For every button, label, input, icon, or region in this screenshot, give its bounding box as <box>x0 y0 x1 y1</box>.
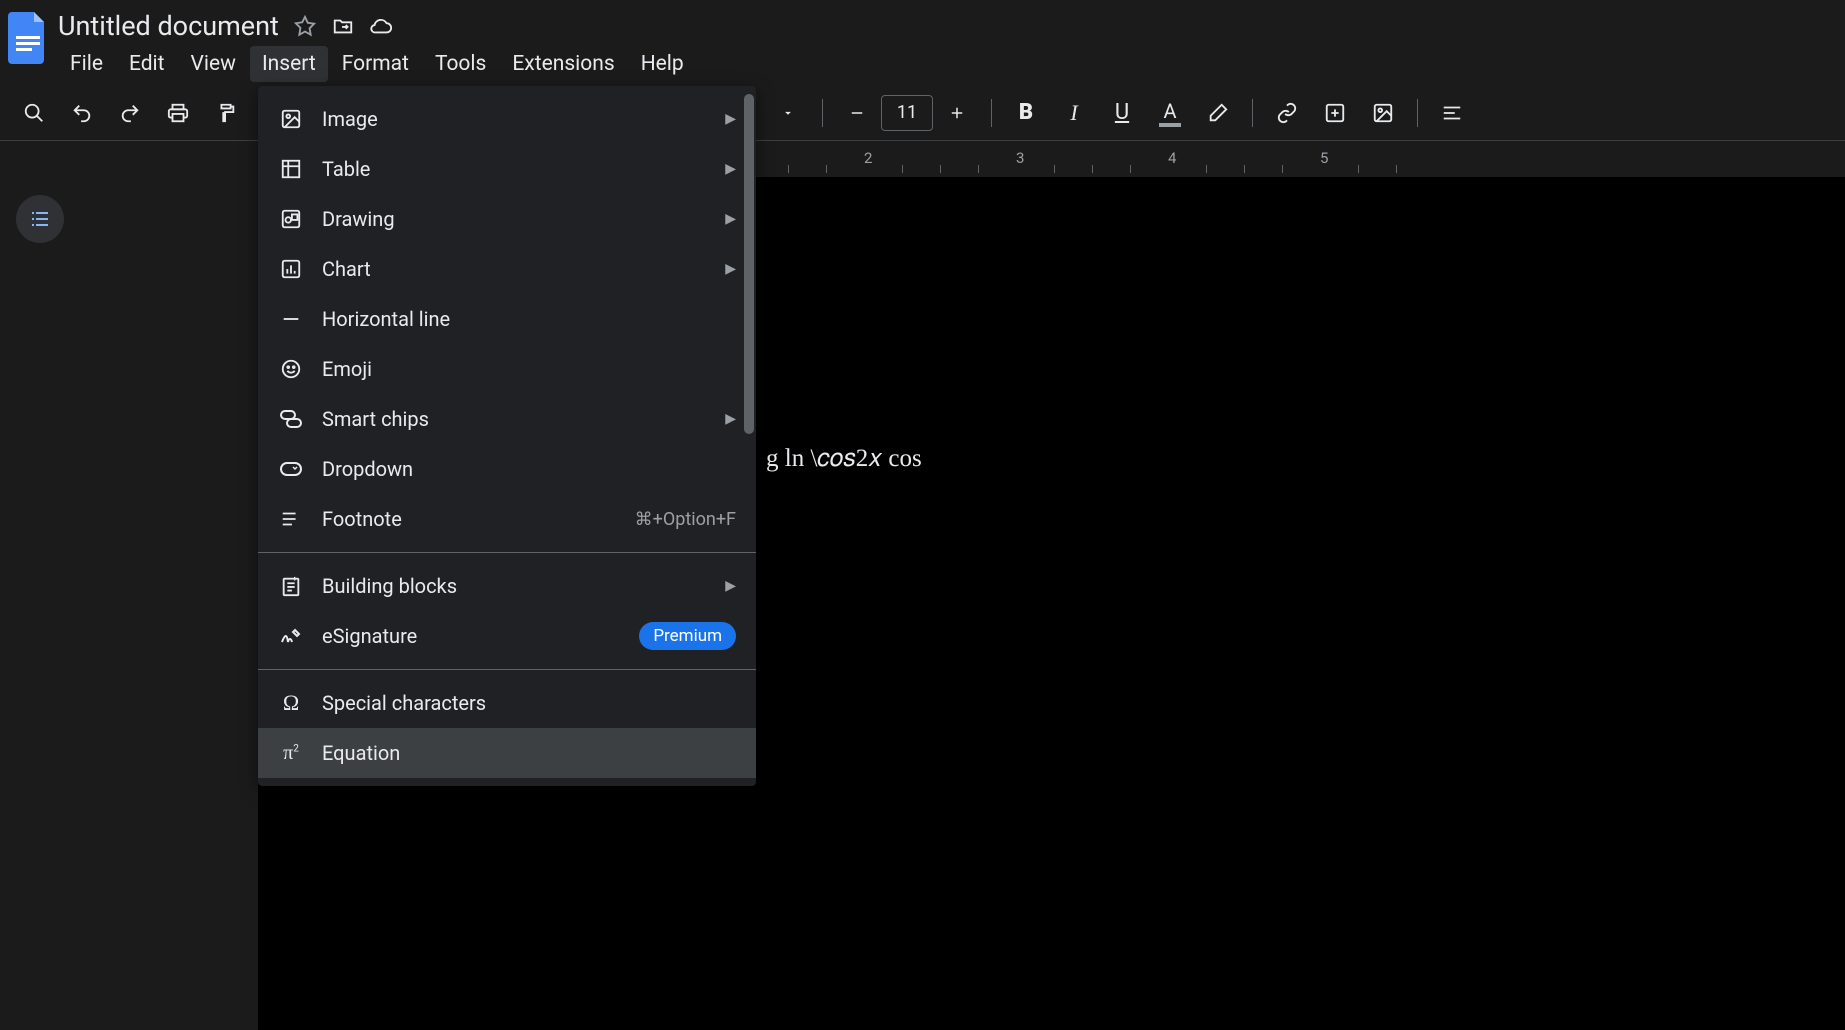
menu-item-emoji[interactable]: Emoji <box>258 344 756 394</box>
print-icon[interactable] <box>156 91 200 135</box>
menu-view[interactable]: View <box>179 46 248 82</box>
menu-item-label: Smart chips <box>322 407 725 431</box>
omega-icon: Ω <box>278 690 304 716</box>
drawing-icon <box>278 206 304 232</box>
menu-item-horizontal-line[interactable]: Horizontal line <box>258 294 756 344</box>
menu-edit[interactable]: Edit <box>117 46 177 82</box>
font-size-decrease-icon[interactable] <box>835 91 879 135</box>
redo-icon[interactable] <box>108 91 152 135</box>
separator <box>991 99 992 127</box>
text-color-icon[interactable]: A <box>1148 91 1192 135</box>
align-icon[interactable] <box>1430 91 1474 135</box>
font-size-group: 11 <box>835 91 979 135</box>
menu-insert[interactable]: Insert <box>250 46 328 82</box>
document-title[interactable]: Untitled document <box>58 10 279 42</box>
move-folder-icon[interactable] <box>331 14 355 38</box>
menu-item-building-blocks[interactable]: Building blocks ▶ <box>258 561 756 611</box>
title-row: Untitled document <box>58 6 696 46</box>
building-blocks-icon <box>278 573 304 599</box>
header: Untitled document File Edit View Insert … <box>0 0 1845 85</box>
menu-item-label: Image <box>322 107 725 131</box>
menu-item-esignature[interactable]: eSignature Premium <box>258 611 756 661</box>
paint-format-icon[interactable] <box>204 91 248 135</box>
submenu-arrow-icon: ▶ <box>725 261 736 277</box>
ruler-mark: 2 <box>864 149 872 167</box>
emoji-icon <box>278 356 304 382</box>
menu-format[interactable]: Format <box>330 46 421 82</box>
menu-item-label: Emoji <box>322 357 736 381</box>
ruler-mark: 4 <box>1168 149 1176 167</box>
menu-extensions[interactable]: Extensions <box>500 46 626 82</box>
highlight-icon[interactable] <box>1196 91 1240 135</box>
dropdown-icon <box>278 456 304 482</box>
submenu-arrow-icon: ▶ <box>725 578 736 594</box>
insert-link-icon[interactable] <box>1265 91 1309 135</box>
left-gutter <box>0 177 80 1030</box>
premium-badge: Premium <box>639 622 736 650</box>
italic-icon[interactable]: I <box>1052 91 1096 135</box>
menu-item-special-characters[interactable]: Ω Special characters <box>258 678 756 728</box>
chart-icon <box>278 256 304 282</box>
outline-button[interactable] <box>16 195 64 243</box>
underline-icon[interactable]: U <box>1100 91 1144 135</box>
ruler[interactable]: 2 3 4 5 <box>768 141 1845 177</box>
submenu-arrow-icon: ▶ <box>725 111 736 127</box>
insert-menu-dropdown: Image ▶ Table ▶ Drawing ▶ Chart ▶ Horizo… <box>258 86 756 786</box>
separator <box>1417 99 1418 127</box>
smart-chips-icon <box>278 406 304 432</box>
docs-logo[interactable] <box>8 12 48 64</box>
search-icon[interactable] <box>12 91 56 135</box>
shortcut-label: ⌘+Option+F <box>635 509 736 530</box>
divider <box>258 552 756 553</box>
styles-dropdown-icon[interactable] <box>766 91 810 135</box>
font-size-input[interactable]: 11 <box>881 95 933 131</box>
menu-item-dropdown[interactable]: Dropdown <box>258 444 756 494</box>
menu-item-drawing[interactable]: Drawing ▶ <box>258 194 756 244</box>
menubar: File Edit View Insert Format Tools Exten… <box>58 46 696 82</box>
menu-item-label: Drawing <box>322 207 725 231</box>
add-comment-icon[interactable] <box>1313 91 1357 135</box>
star-icon[interactable] <box>293 14 317 38</box>
equation-text[interactable]: g ln \𝑐𝑜𝑠2𝑥 cos <box>766 445 922 473</box>
horizontal-line-icon <box>278 306 304 332</box>
table-icon <box>278 156 304 182</box>
menu-item-equation[interactable]: π2 Equation <box>258 728 756 778</box>
menu-item-label: Building blocks <box>322 574 725 598</box>
menu-help[interactable]: Help <box>629 46 696 82</box>
esignature-icon <box>278 623 304 649</box>
separator <box>822 99 823 127</box>
ruler-mark: 5 <box>1320 149 1328 167</box>
image-icon <box>278 106 304 132</box>
menu-item-label: Table <box>322 157 725 181</box>
menu-item-label: Special characters <box>322 691 736 715</box>
insert-image-icon[interactable] <box>1361 91 1405 135</box>
scrollbar[interactable] <box>744 94 754 434</box>
menu-item-label: Chart <box>322 257 725 281</box>
submenu-arrow-icon: ▶ <box>725 411 736 427</box>
menu-file[interactable]: File <box>58 46 115 82</box>
menu-item-label: Horizontal line <box>322 307 736 331</box>
bold-icon[interactable]: B <box>1004 91 1048 135</box>
cloud-status-icon[interactable] <box>369 14 393 38</box>
menu-item-chart[interactable]: Chart ▶ <box>258 244 756 294</box>
separator <box>1252 99 1253 127</box>
menu-item-footnote[interactable]: Footnote ⌘+Option+F <box>258 494 756 544</box>
equation-icon: π2 <box>278 740 304 766</box>
menu-item-smart-chips[interactable]: Smart chips ▶ <box>258 394 756 444</box>
footnote-icon <box>278 506 304 532</box>
undo-icon[interactable] <box>60 91 104 135</box>
ruler-mark: 3 <box>1016 149 1024 167</box>
submenu-arrow-icon: ▶ <box>725 211 736 227</box>
divider <box>258 669 756 670</box>
menu-item-label: eSignature <box>322 624 639 648</box>
menu-item-label: Dropdown <box>322 457 736 481</box>
menu-item-table[interactable]: Table ▶ <box>258 144 756 194</box>
menu-item-label: Equation <box>322 741 736 765</box>
menu-item-label: Footnote <box>322 507 635 531</box>
title-area: Untitled document File Edit View Insert … <box>58 6 696 82</box>
font-size-increase-icon[interactable] <box>935 91 979 135</box>
menu-tools[interactable]: Tools <box>423 46 498 82</box>
menu-item-image[interactable]: Image ▶ <box>258 94 756 144</box>
submenu-arrow-icon: ▶ <box>725 161 736 177</box>
